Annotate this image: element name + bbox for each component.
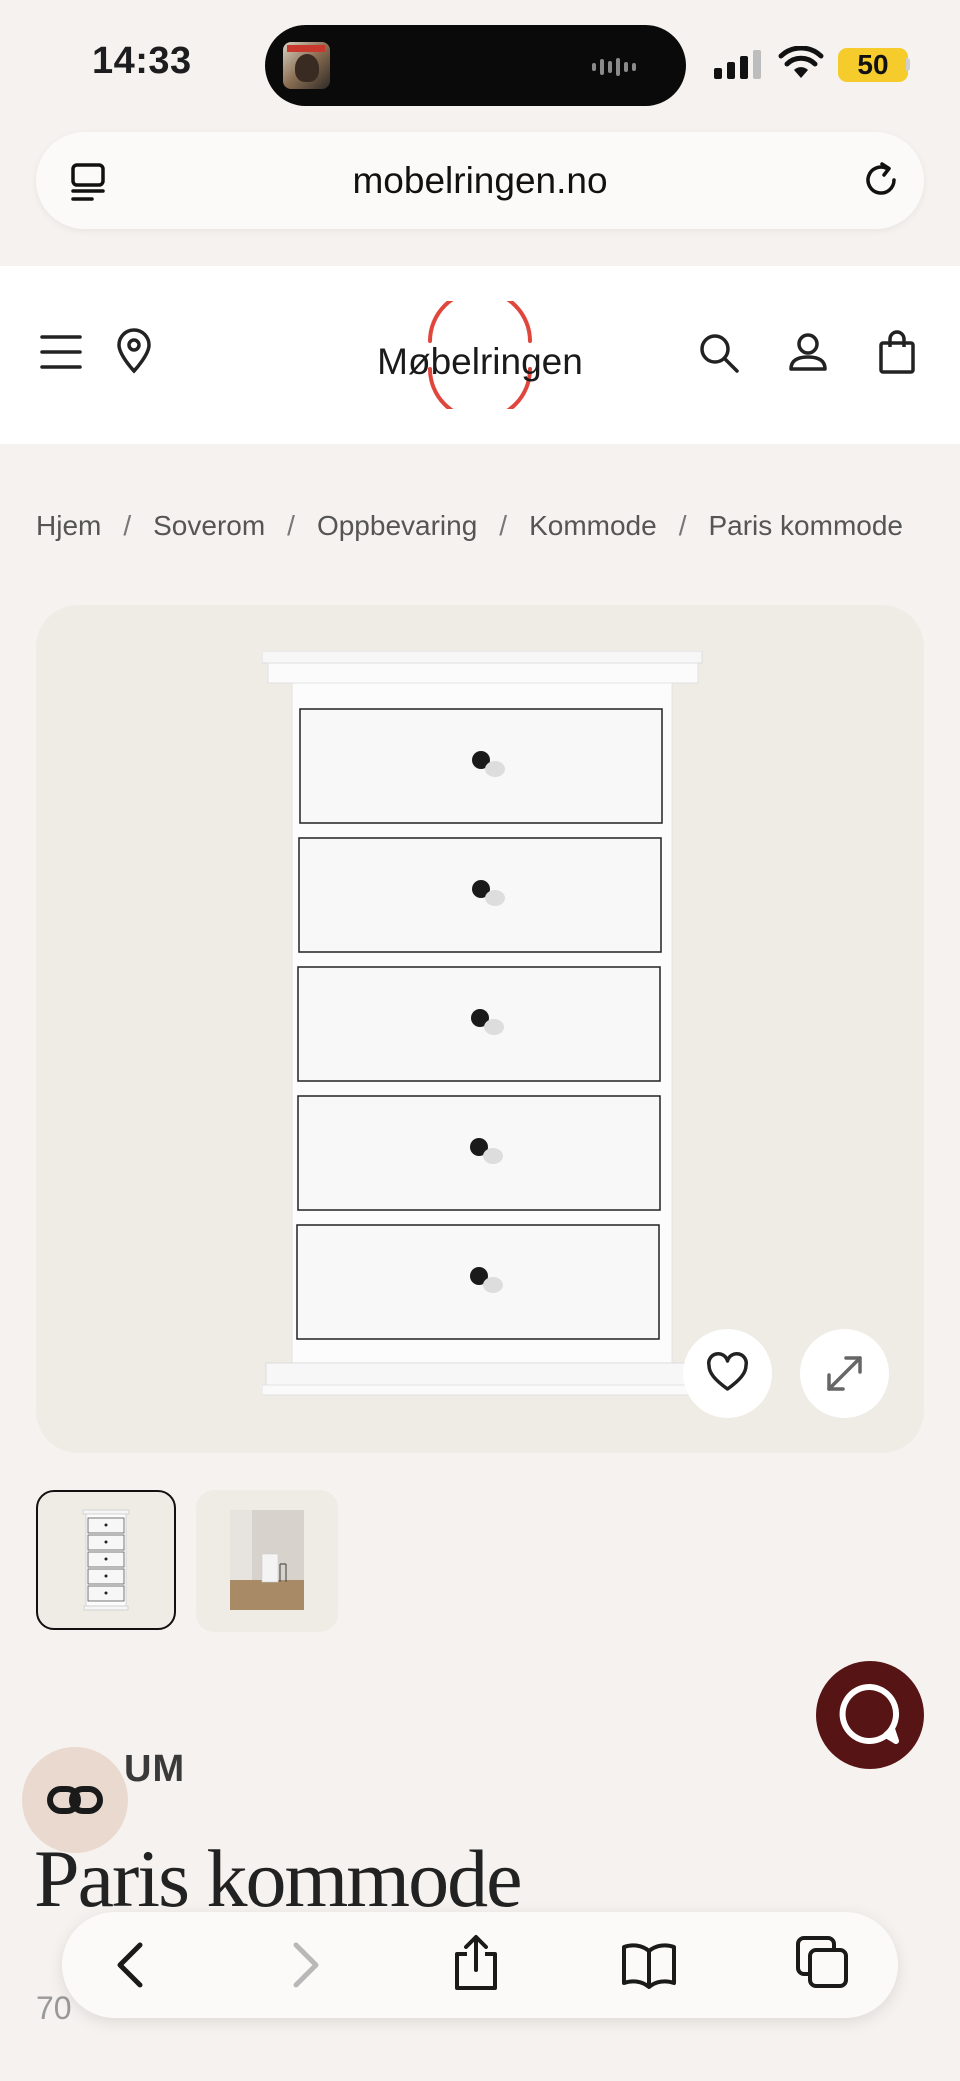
cart-icon[interactable]	[878, 329, 916, 375]
battery-nub	[906, 58, 910, 71]
logo-text: Møbelringen	[377, 341, 583, 382]
tabs-icon[interactable]	[794, 1934, 850, 1990]
breadcrumb-item-oppbevaring[interactable]: Oppbevaring	[317, 510, 477, 542]
forward-icon[interactable]	[286, 1939, 326, 1991]
share-icon[interactable]	[452, 1934, 500, 1992]
status-time: 14:33	[92, 40, 192, 82]
breadcrumb-separator: /	[123, 510, 132, 541]
url-text[interactable]: mobelringen.no	[36, 160, 924, 202]
breadcrumb-item-kommode[interactable]: Kommode	[529, 510, 657, 542]
thumbnail-2[interactable]	[196, 1490, 338, 1632]
product-brand[interactable]: UM	[124, 1748, 185, 1791]
breadcrumb-separator: /	[287, 510, 295, 541]
breadcrumb: Hjem / Soverom / Oppbevaring / Kommode /…	[36, 510, 903, 542]
chat-icon	[839, 1683, 900, 1744]
breadcrumb-item-soverom[interactable]: Soverom	[153, 510, 265, 542]
thumbnail-room-image	[230, 1510, 304, 1610]
breadcrumb-separator: /	[499, 510, 508, 541]
location-icon[interactable]	[116, 328, 152, 374]
site-logo[interactable]: Møbelringen	[370, 301, 590, 409]
favorite-button[interactable]	[683, 1329, 772, 1418]
dynamic-island[interactable]	[265, 25, 686, 106]
wifi-icon	[778, 46, 824, 78]
audio-wave-icon	[592, 58, 636, 76]
menu-icon[interactable]	[40, 334, 82, 370]
reload-icon[interactable]	[860, 159, 902, 201]
address-bar[interactable]: mobelringen.no	[36, 132, 924, 229]
product-image[interactable]	[36, 605, 924, 1453]
site-header: Møbelringen	[0, 266, 960, 444]
expand-image-button[interactable]	[800, 1329, 889, 1418]
breadcrumb-item-hjem[interactable]: Hjem	[36, 510, 101, 542]
search-icon[interactable]	[698, 332, 740, 374]
now-playing-artwork	[283, 42, 330, 89]
breadcrumb-item-current: Paris kommode	[708, 510, 903, 541]
dresser-illustration	[262, 651, 703, 1396]
browser-toolbar	[62, 1912, 898, 2018]
account-icon[interactable]	[788, 332, 828, 372]
bookmarks-icon[interactable]	[620, 1939, 678, 1991]
expand-icon	[827, 1356, 862, 1391]
chat-button[interactable]	[816, 1661, 924, 1769]
battery-indicator: 50	[838, 48, 908, 82]
signal-icon	[714, 50, 761, 79]
thumbnail-dresser-image	[82, 1509, 130, 1611]
heart-icon	[706, 1351, 749, 1391]
product-sku: 70	[36, 1990, 72, 2026]
breadcrumb-separator: /	[678, 510, 687, 541]
back-icon[interactable]	[110, 1939, 150, 1991]
thumbnail-1-selected[interactable]	[36, 1490, 176, 1630]
